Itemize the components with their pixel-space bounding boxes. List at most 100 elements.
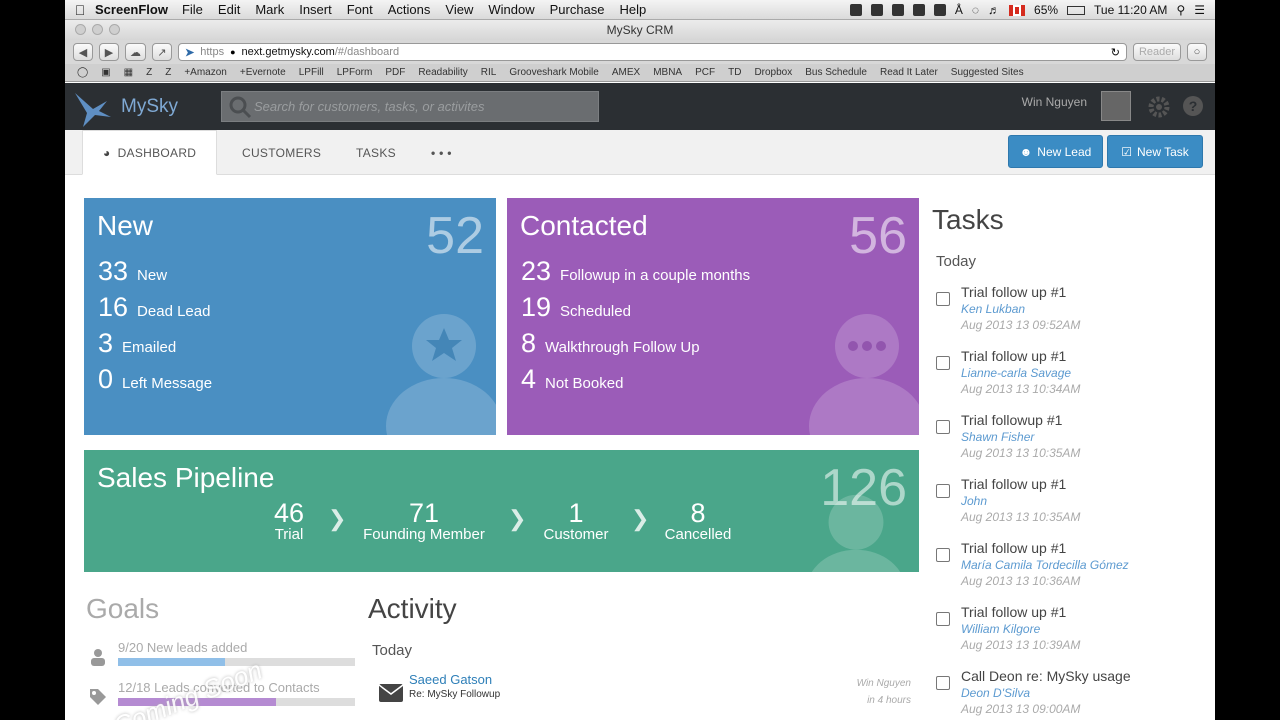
task-checkbox[interactable] <box>936 612 950 626</box>
forward-button[interactable]: ▶ <box>99 43 119 61</box>
clock[interactable]: Tue 11:20 AM <box>1094 3 1167 17</box>
bookmark-item[interactable]: Read It Later <box>880 67 938 78</box>
task-title[interactable]: Trial follow up #1 <box>961 476 1066 492</box>
goal-item[interactable]: 9/20 New leads added <box>85 640 355 666</box>
status-row[interactable]: 4 Not Booked <box>521 364 750 400</box>
task-contact-link[interactable]: María Camila Tordecilla Gómez <box>961 558 1129 572</box>
zoom-button[interactable] <box>109 24 120 35</box>
bookmarks-icon[interactable]: ▣ <box>101 67 110 78</box>
task-contact-link[interactable]: Shawn Fisher <box>961 430 1034 444</box>
bookmark-item[interactable]: TD <box>728 67 741 78</box>
bookmark-item[interactable]: PCF <box>695 67 715 78</box>
menu-view[interactable]: View <box>445 2 473 17</box>
pipeline-stage[interactable]: 46 Trial <box>254 498 324 543</box>
task-title[interactable]: Trial follow up #1 <box>961 604 1066 620</box>
help-icon[interactable]: ? <box>1183 96 1203 116</box>
bookmark-item[interactable]: Z <box>165 67 171 78</box>
tab-more[interactable]: • • • <box>431 130 452 175</box>
menu-help[interactable]: Help <box>620 2 647 17</box>
share-icon[interactable]: ↗ <box>152 43 172 61</box>
menu-actions[interactable]: Actions <box>388 2 431 17</box>
task-title[interactable]: Call Deon re: MySky usage <box>961 668 1131 684</box>
bookmark-item[interactable]: Bus Schedule <box>805 67 867 78</box>
status-row[interactable]: 23 Followup in a couple months <box>521 256 750 292</box>
battery-icon[interactable] <box>1067 5 1086 15</box>
tab-customers[interactable]: CUSTOMERS <box>242 130 321 175</box>
bookmark-item[interactable]: RIL <box>481 67 497 78</box>
menu-app-name[interactable]: ScreenFlow <box>95 2 168 17</box>
pipeline-stage[interactable]: 71 Founding Member <box>356 498 492 543</box>
menu-purchase[interactable]: Purchase <box>550 2 605 17</box>
contacted-card[interactable]: Contacted 56 23 Followup in a couple mont… <box>507 198 919 435</box>
activity-contact-link[interactable]: Saeed Gatson <box>409 672 492 687</box>
pipeline-stage[interactable]: 1 Customer <box>534 498 618 543</box>
bookmark-item[interactable]: AMEX <box>612 67 640 78</box>
user-name[interactable]: Win Nguyen <box>1022 95 1087 109</box>
menu-edit[interactable]: Edit <box>218 2 240 17</box>
bookmark-item[interactable]: LPFill <box>299 67 324 78</box>
menu-mark[interactable]: Mark <box>255 2 284 17</box>
volume-icon[interactable]: ♬ <box>988 3 1000 17</box>
bookmark-item[interactable]: Z <box>146 67 152 78</box>
bookmark-item[interactable]: PDF <box>385 67 405 78</box>
wifi-icon[interactable]: ◌ <box>972 3 979 17</box>
status-icon[interactable] <box>912 4 925 16</box>
brand-logo[interactable]: MySky <box>73 85 178 129</box>
task-checkbox[interactable] <box>936 676 950 690</box>
avatar[interactable] <box>1101 91 1131 121</box>
downloads-icon[interactable]: ○ <box>1187 43 1207 61</box>
tab-dashboard[interactable]: ◕ DASHBOARD <box>82 130 218 175</box>
menu-window[interactable]: Window <box>488 2 534 17</box>
minimize-button[interactable] <box>92 24 103 35</box>
task-title[interactable]: Trial follow up #1 <box>961 540 1066 556</box>
task-checkbox[interactable] <box>936 356 950 370</box>
task-checkbox[interactable] <box>936 548 950 562</box>
status-icon[interactable] <box>933 4 946 16</box>
bookmark-item[interactable]: +Amazon <box>184 67 227 78</box>
status-icon[interactable] <box>891 4 904 16</box>
spotlight-icon[interactable]: ⚲ <box>1176 3 1185 17</box>
new-task-button[interactable]: ☑ New Task <box>1107 135 1203 168</box>
new-lead-button[interactable]: ☻ New Lead <box>1008 135 1103 168</box>
list-icon[interactable]: ☰ <box>1194 3 1205 17</box>
bookmark-item[interactable]: Suggested Sites <box>951 67 1024 78</box>
search-input[interactable] <box>254 99 584 114</box>
bookmark-item[interactable]: +Evernote <box>240 67 286 78</box>
task-checkbox[interactable] <box>936 484 950 498</box>
bluetooth-icon[interactable]: Å <box>955 3 963 17</box>
address-bar[interactable]: ➤ https ● next.getmysky.com /#/dashboard… <box>178 43 1127 61</box>
status-row[interactable]: 0 Left Message <box>98 364 212 400</box>
menu-insert[interactable]: Insert <box>299 2 332 17</box>
task-contact-link[interactable]: John <box>961 494 987 508</box>
reader-button[interactable]: Reader <box>1133 43 1181 61</box>
battery-percent[interactable]: 65% <box>1034 3 1058 17</box>
status-row[interactable]: 33 New <box>98 256 212 292</box>
task-contact-link[interactable]: Lianne-carla Savage <box>961 366 1071 380</box>
status-icon[interactable] <box>849 4 862 16</box>
reload-icon[interactable]: ↻ <box>1111 46 1120 59</box>
task-title[interactable]: Trial follow up #1 <box>961 284 1066 300</box>
close-button[interactable] <box>75 24 86 35</box>
task-contact-link[interactable]: Deon D'Silva <box>961 686 1030 700</box>
sales-pipeline-card[interactable]: Sales Pipeline 126 46 Trial ❯ 71 Founding … <box>84 450 919 572</box>
status-row[interactable]: 19 Scheduled <box>521 292 750 328</box>
bookmark-item[interactable]: Readability <box>418 67 467 78</box>
bookmark-item[interactable]: Grooveshark Mobile <box>509 67 598 78</box>
back-button[interactable]: ◀ <box>73 43 93 61</box>
status-icon[interactable] <box>870 4 883 16</box>
menu-file[interactable]: File <box>182 2 203 17</box>
top-sites-icon[interactable]: ▦ <box>124 67 133 78</box>
task-title[interactable]: Trial followup #1 <box>961 412 1062 428</box>
status-row[interactable]: 3 Emailed <box>98 328 212 364</box>
menu-font[interactable]: Font <box>347 2 373 17</box>
status-row[interactable]: 16 Dead Lead <box>98 292 212 328</box>
task-title[interactable]: Trial follow up #1 <box>961 348 1066 364</box>
tab-tasks[interactable]: TASKS <box>356 130 396 175</box>
flag-icon[interactable] <box>1009 4 1026 16</box>
status-row[interactable]: 8 Walkthrough Follow Up <box>521 328 750 364</box>
bookmark-item[interactable]: Dropbox <box>754 67 792 78</box>
gear-icon[interactable] <box>1147 95 1171 119</box>
bookmark-item[interactable]: LPForm <box>337 67 373 78</box>
reading-list-icon[interactable]: ◯ <box>77 67 88 78</box>
bookmark-item[interactable]: MBNA <box>653 67 682 78</box>
